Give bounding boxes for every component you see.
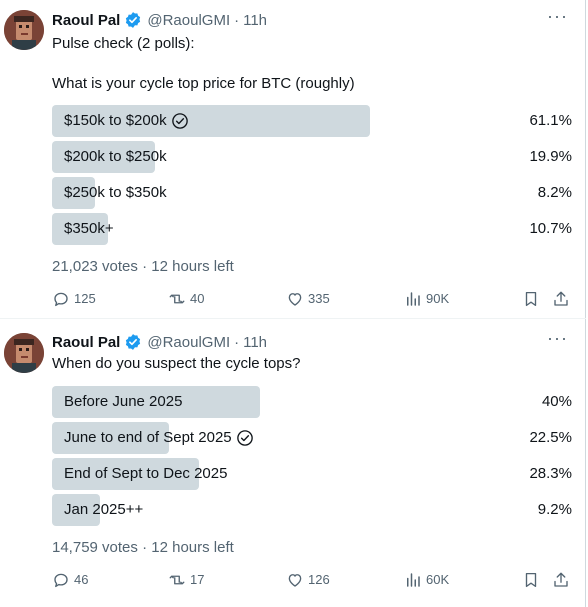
poll-option-percent: 19.9% — [529, 148, 572, 165]
author-name[interactable]: Raoul Pal — [52, 334, 120, 351]
poll-option-percent: 8.2% — [537, 184, 572, 201]
check-circle-icon — [236, 429, 254, 447]
more-dots-icon[interactable]: ··· — [547, 7, 568, 25]
poll: Before June 2025 40% June to end of Sept… — [52, 386, 572, 530]
vote-count: 14,759 votes — [52, 539, 138, 556]
tweet-divider — [0, 318, 586, 319]
like-count: 126 — [308, 572, 330, 587]
view-count: 60K — [426, 572, 450, 587]
reply-button[interactable]: 46 — [52, 571, 88, 589]
tweet[interactable]: Raoul Pal @RaoulGMI · 11h ··· Pulse chec… — [0, 0, 586, 318]
poll-option-label: Jan 2025++ — [64, 501, 144, 518]
retweet-button[interactable]: 40 — [168, 290, 204, 308]
poll-option: Before June 2025 40% — [52, 386, 572, 418]
poll-option-label: $150k to $200k — [64, 112, 167, 129]
retweet-button[interactable]: 17 — [168, 571, 204, 589]
time-left: 12 hours left — [151, 539, 234, 556]
poll-option-percent: 10.7% — [529, 220, 572, 237]
like-button[interactable]: 126 — [286, 571, 330, 589]
view-count: 90K — [426, 291, 450, 306]
poll-option: $250k to $350k 8.2% — [52, 177, 572, 209]
poll-option-label: June to end of Sept 2025 — [64, 429, 232, 446]
poll-option-percent: 9.2% — [537, 501, 572, 518]
poll-option: End of Sept to Dec 2025 28.3% — [52, 458, 572, 490]
views-icon — [407, 573, 420, 587]
like-button[interactable]: 335 — [286, 290, 330, 308]
poll-option-label: $200k to $250k — [64, 148, 167, 165]
verified-badge-icon — [124, 11, 142, 29]
avatar[interactable] — [4, 10, 44, 50]
retweet-count: 40 — [190, 291, 205, 306]
views-icon — [407, 292, 420, 306]
poll-option: Jan 2025++ 9.2% — [52, 494, 572, 526]
poll-option-label: Before June 2025 — [64, 393, 183, 410]
author-name[interactable]: Raoul Pal — [52, 12, 120, 29]
separator-dot: · — [234, 333, 240, 351]
views-button[interactable]: 60K — [404, 571, 449, 589]
bookmark-icon — [525, 572, 537, 588]
share-icon — [554, 572, 568, 587]
action-bar: 125 40 335 90K — [52, 290, 570, 310]
more-dots-icon[interactable]: ··· — [547, 329, 568, 347]
timestamp[interactable]: 11h — [243, 334, 267, 351]
bookmark-icon — [525, 291, 537, 307]
author-handle[interactable]: @RaoulGMI — [147, 12, 230, 29]
heart-icon — [288, 574, 302, 587]
retweet-icon — [169, 294, 185, 304]
bookmark-button[interactable] — [522, 571, 544, 589]
poll-option: June to end of Sept 2025 22.5% — [52, 422, 572, 454]
timestamp[interactable]: 11h — [243, 12, 267, 29]
avatar-image — [4, 10, 44, 50]
poll-meta: 21,023 votes · 12 hours left — [52, 258, 234, 275]
poll-option-percent: 40% — [541, 393, 572, 410]
retweet-count: 17 — [190, 572, 205, 587]
reply-button[interactable]: 125 — [52, 290, 96, 308]
poll-option-percent: 61.1% — [529, 112, 572, 129]
tweet-header: Raoul Pal @RaoulGMI · 11h — [52, 10, 267, 30]
vote-count: 21,023 votes — [52, 258, 138, 275]
reply-icon — [54, 573, 68, 588]
poll-option: $200k to $250k 19.9% — [52, 141, 572, 173]
avatar[interactable] — [4, 333, 44, 373]
reply-icon — [54, 292, 68, 307]
avatar-image — [4, 333, 44, 373]
poll: $150k to $200k 61.1% $200k to $250k 19.9… — [52, 105, 572, 249]
check-circle-icon — [171, 112, 189, 130]
share-button[interactable] — [552, 571, 574, 589]
poll-option-percent: 28.3% — [529, 465, 572, 482]
poll-option-percent: 22.5% — [529, 429, 572, 446]
poll-question: When do you suspect the cycle tops? — [52, 355, 301, 372]
views-button[interactable]: 90K — [404, 290, 449, 308]
separator-dot: · — [142, 258, 148, 275]
like-count: 335 — [308, 291, 330, 306]
poll-option: $150k to $200k 61.1% — [52, 105, 572, 137]
poll-option-label: $250k to $350k — [64, 184, 167, 201]
tweet-header: Raoul Pal @RaoulGMI · 11h — [52, 332, 267, 352]
tweet-text-intro: Pulse check (2 polls): — [52, 35, 195, 52]
retweet-icon — [169, 575, 185, 585]
verified-badge-icon — [124, 333, 142, 351]
poll-meta: 14,759 votes · 12 hours left — [52, 539, 234, 556]
separator-dot: · — [142, 539, 148, 556]
share-icon — [554, 291, 568, 306]
separator-dot: · — [234, 11, 240, 29]
time-left: 12 hours left — [151, 258, 234, 275]
poll-option-label: $350k+ — [64, 220, 114, 237]
poll-option-label: End of Sept to Dec 2025 — [64, 465, 228, 482]
heart-icon — [288, 293, 302, 306]
author-handle[interactable]: @RaoulGMI — [147, 334, 230, 351]
poll-question: What is your cycle top price for BTC (ro… — [52, 75, 355, 92]
share-button[interactable] — [552, 290, 574, 308]
reply-count: 46 — [74, 572, 89, 587]
tweet[interactable]: Raoul Pal @RaoulGMI · 11h ··· When do yo… — [0, 324, 586, 607]
bookmark-button[interactable] — [522, 290, 544, 308]
action-bar: 46 17 126 60K — [52, 571, 570, 591]
poll-option: $350k+ 10.7% — [52, 213, 572, 245]
reply-count: 125 — [74, 291, 96, 306]
